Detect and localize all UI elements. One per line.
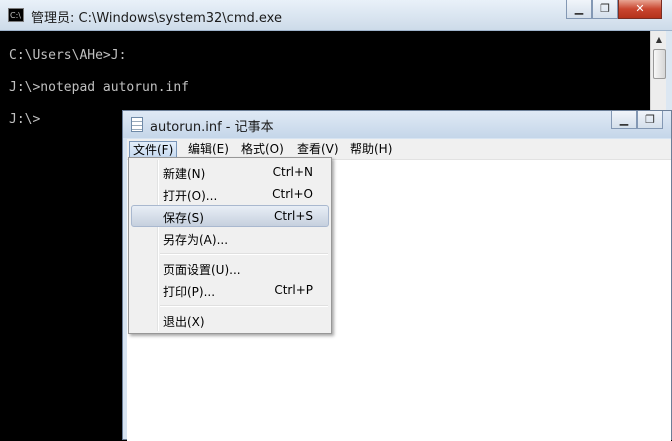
menu-item-shortcut: Ctrl+S (273, 209, 313, 223)
minimize-button[interactable]: ▁ (566, 0, 592, 19)
minimize-icon: ▁ (619, 113, 629, 126)
menu-file[interactable]: 文件(F) (129, 141, 178, 158)
menu-item-exit[interactable]: 退出(X) (131, 309, 329, 331)
scroll-up-icon[interactable]: ▲ (651, 32, 667, 48)
notepad-icon (131, 117, 143, 132)
close-icon: ✕ (635, 2, 645, 15)
restore-icon: ❐ (600, 2, 610, 15)
console-line: J:\>notepad autorun.inf (9, 80, 190, 95)
menu-item-label: 页面设置(U)... (163, 263, 241, 277)
close-button[interactable]: ✕ (618, 0, 662, 19)
menu-item-open[interactable]: 打开(O)... Ctrl+O (131, 183, 329, 205)
menu-item-label: 另存为(A)... (163, 233, 229, 247)
notepad-restore-button[interactable]: ❐ (637, 111, 663, 129)
console-icon: C:\ (8, 8, 24, 22)
menu-edit[interactable]: 编辑(E) (185, 141, 232, 158)
menu-item-label: 保存(S) (163, 211, 204, 225)
notepad-window-title: autorun.inf - 记事本 (150, 120, 274, 135)
menu-item-page-setup[interactable]: 页面设置(U)... (131, 257, 329, 279)
notepad-title-bar[interactable]: autorun.inf - 记事本 ▁ ❐ (123, 111, 671, 138)
menu-item-label: 打印(P)... (163, 285, 216, 299)
cmd-window-title: 管理员: C:\Windows\system32\cmd.exe (31, 11, 282, 26)
menu-item-shortcut: Ctrl+O (272, 187, 313, 201)
menu-separator (160, 305, 328, 307)
menu-item-shortcut: Ctrl+N (272, 165, 313, 179)
file-menu-dropdown: 新建(N) Ctrl+N 打开(O)... Ctrl+O 保存(S) Ctrl+… (128, 157, 332, 334)
menu-separator (160, 253, 328, 255)
scrollbar-thumb[interactable] (653, 49, 666, 79)
restore-button[interactable]: ❐ (592, 0, 618, 19)
menu-item-save-as[interactable]: 另存为(A)... (131, 227, 329, 249)
menu-format[interactable]: 格式(O) (238, 141, 287, 158)
menu-item-print[interactable]: 打印(P)... Ctrl+P (131, 279, 329, 301)
menu-item-save[interactable]: 保存(S) Ctrl+S (131, 205, 329, 227)
cmd-title-bar[interactable]: C:\ 管理员: C:\Windows\system32\cmd.exe ▁ ❐… (0, 0, 672, 31)
menu-view[interactable]: 查看(V) (294, 141, 342, 158)
menu-item-label: 新建(N) (163, 167, 206, 181)
minimize-icon: ▁ (574, 2, 584, 15)
notepad-minimize-button[interactable]: ▁ (611, 111, 637, 129)
restore-icon: ❐ (645, 113, 655, 126)
menu-help[interactable]: 帮助(H) (347, 141, 395, 158)
menu-item-shortcut: Ctrl+P (274, 283, 313, 297)
console-line: C:\Users\AHe>J: (9, 48, 127, 63)
menu-item-label: 退出(X) (163, 315, 205, 329)
console-line: J:\> (9, 112, 41, 127)
menu-item-label: 打开(O)... (163, 189, 218, 203)
menu-item-new[interactable]: 新建(N) Ctrl+N (131, 161, 329, 183)
